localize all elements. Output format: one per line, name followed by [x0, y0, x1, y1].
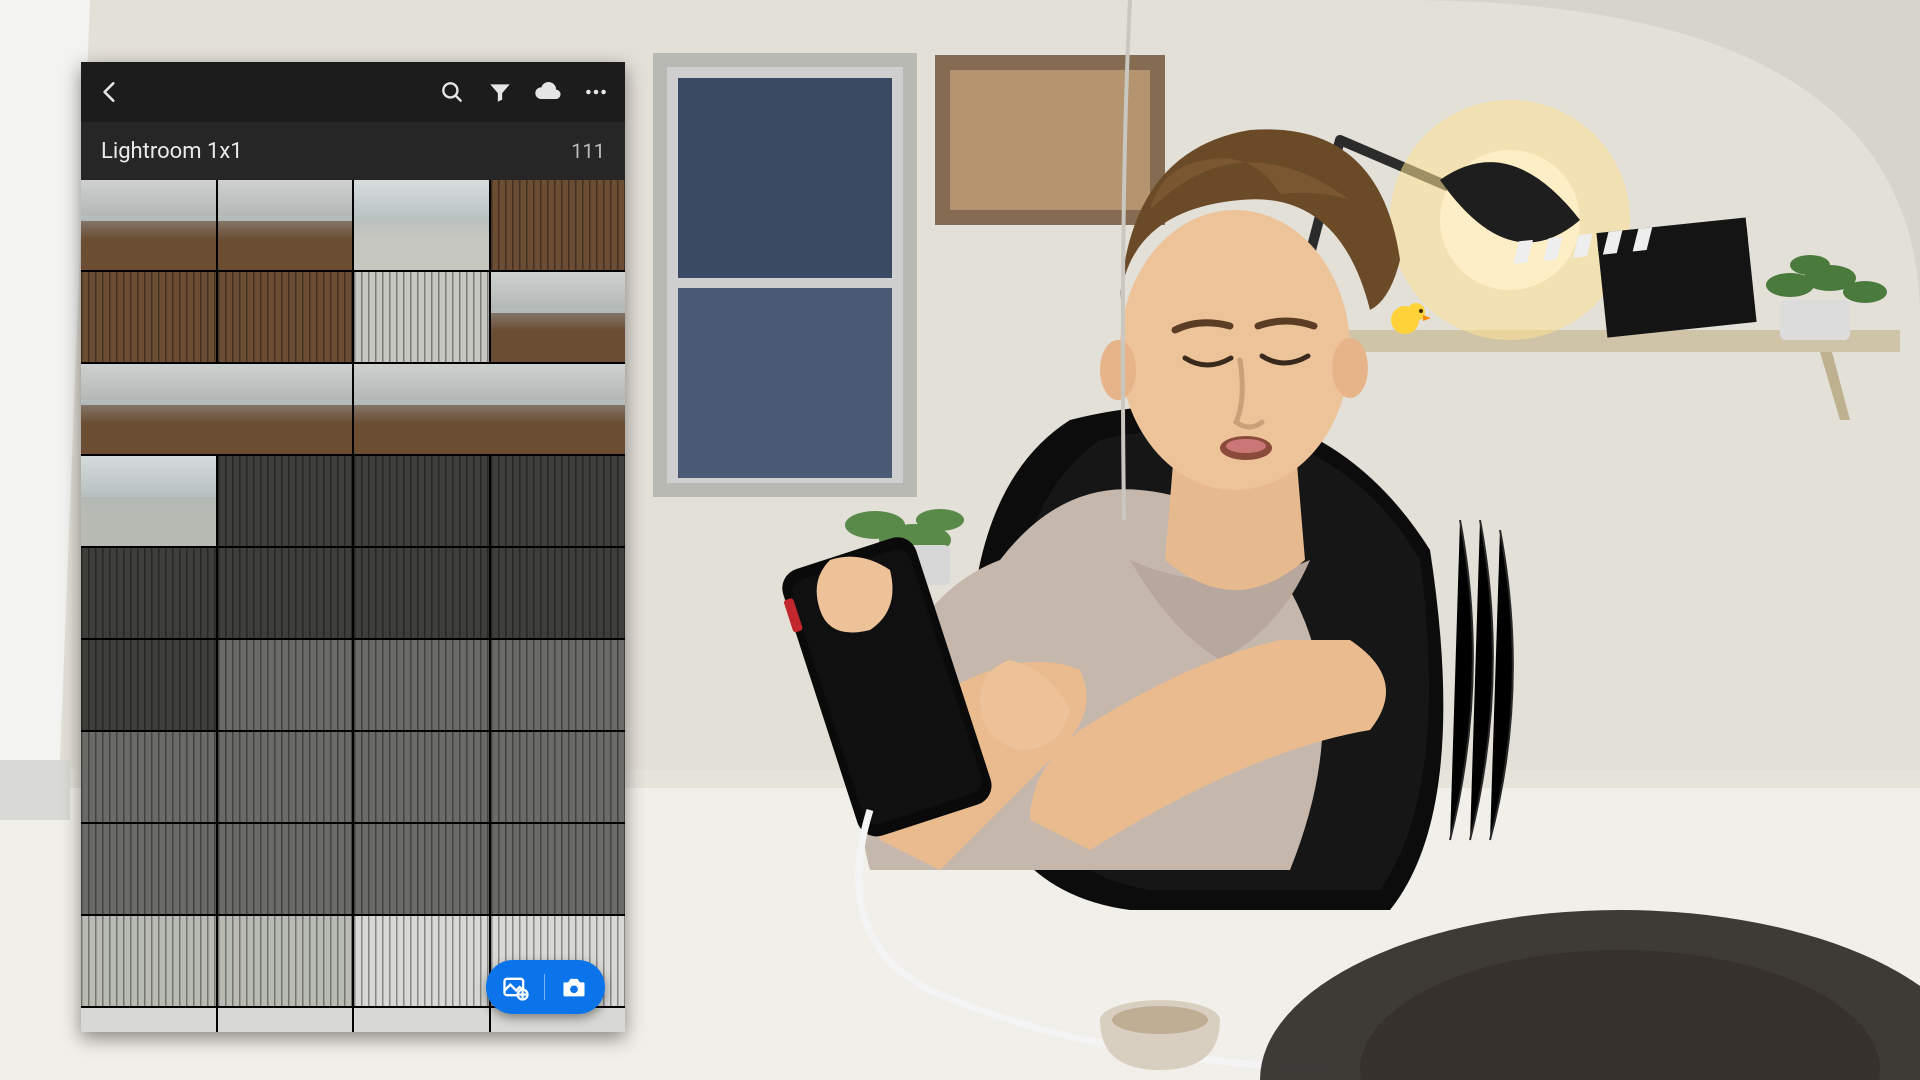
- photo-thumbnail[interactable]: [81, 1008, 216, 1032]
- photo-thumbnail[interactable]: [491, 548, 626, 638]
- photo-thumbnail[interactable]: [81, 916, 216, 1006]
- photo-thumbnail[interactable]: [354, 364, 625, 454]
- photo-thumbnail[interactable]: [491, 640, 626, 730]
- filter-icon[interactable]: [485, 77, 515, 107]
- photo-thumbnail[interactable]: [81, 364, 352, 454]
- photo-thumbnail[interactable]: [354, 732, 489, 822]
- photo-thumbnail[interactable]: [354, 456, 489, 546]
- photo-thumbnail[interactable]: [354, 1008, 489, 1032]
- fab-divider: [544, 974, 545, 1000]
- photo-thumbnail[interactable]: [218, 548, 353, 638]
- photo-thumbnail[interactable]: [81, 824, 216, 914]
- photo-thumbnail[interactable]: [81, 640, 216, 730]
- photo-thumbnail[interactable]: [81, 180, 216, 270]
- cloud-sync-icon[interactable]: [533, 77, 563, 107]
- capture-fab: [486, 960, 605, 1014]
- photo-thumbnail[interactable]: [218, 824, 353, 914]
- photo-thumbnail[interactable]: [354, 916, 489, 1006]
- photo-thumbnail[interactable]: [218, 640, 353, 730]
- photo-thumbnail[interactable]: [218, 456, 353, 546]
- album-photo-count: 111: [571, 139, 605, 163]
- more-icon[interactable]: [581, 77, 611, 107]
- photo-thumbnail[interactable]: [81, 456, 216, 546]
- photo-thumbnail[interactable]: [491, 824, 626, 914]
- add-photos-button[interactable]: [500, 972, 530, 1002]
- album-title: Lightroom 1x1: [101, 139, 243, 164]
- photo-thumbnail[interactable]: [354, 824, 489, 914]
- app-toolbar: [81, 62, 625, 122]
- photo-thumbnail[interactable]: [354, 180, 489, 270]
- photo-grid: [81, 180, 625, 1032]
- photo-thumbnail[interactable]: [354, 640, 489, 730]
- photo-thumbnail[interactable]: [218, 180, 353, 270]
- photo-thumbnail[interactable]: [218, 916, 353, 1006]
- photo-thumbnail[interactable]: [491, 180, 626, 270]
- lightroom-phone-screen: Lightroom 1x1 111: [81, 62, 625, 1032]
- photo-thumbnail[interactable]: [491, 732, 626, 822]
- photo-thumbnail[interactable]: [81, 548, 216, 638]
- photo-thumbnail[interactable]: [81, 732, 216, 822]
- photo-thumbnail[interactable]: [491, 456, 626, 546]
- photo-thumbnail[interactable]: [354, 272, 489, 362]
- camera-button[interactable]: [559, 972, 589, 1002]
- album-header: Lightroom 1x1 111: [81, 122, 625, 180]
- photo-thumbnail[interactable]: [218, 272, 353, 362]
- photo-thumbnail[interactable]: [218, 732, 353, 822]
- photo-thumbnail[interactable]: [218, 1008, 353, 1032]
- photo-thumbnail[interactable]: [354, 548, 489, 638]
- photo-thumbnail[interactable]: [81, 272, 216, 362]
- photo-thumbnail[interactable]: [491, 272, 626, 362]
- search-icon[interactable]: [437, 77, 467, 107]
- back-button[interactable]: [95, 77, 125, 107]
